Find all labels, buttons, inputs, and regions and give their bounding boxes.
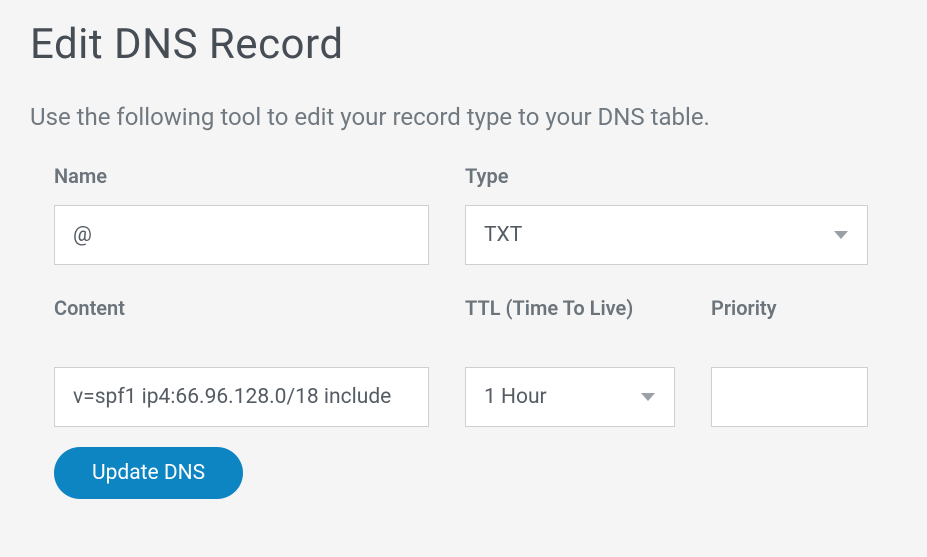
content-label: Content — [54, 296, 125, 320]
name-label: Name — [54, 163, 429, 189]
content-field-group: Content — [54, 295, 429, 427]
name-input[interactable] — [54, 205, 429, 265]
priority-input[interactable] — [711, 367, 868, 427]
ttl-select[interactable]: 1 Hour — [465, 367, 675, 427]
content-input[interactable] — [54, 367, 429, 427]
type-label: Type — [465, 163, 868, 189]
ttl-select-value: 1 Hour — [465, 367, 675, 427]
update-dns-button[interactable]: Update DNS — [54, 447, 243, 499]
type-select-value: TXT — [465, 205, 868, 265]
priority-label: Priority — [711, 296, 777, 320]
priority-field-group: Priority — [711, 295, 868, 427]
type-field-group: Type TXT — [465, 163, 868, 265]
page-description: Use the following tool to edit your reco… — [30, 99, 897, 135]
ttl-field-group: TTL (Time To Live) 1 Hour — [465, 295, 675, 427]
page-title: Edit DNS Record — [30, 20, 897, 69]
type-select[interactable]: TXT — [465, 205, 868, 265]
ttl-label: TTL (Time To Live) — [465, 296, 633, 320]
name-field-group: Name — [54, 163, 429, 265]
